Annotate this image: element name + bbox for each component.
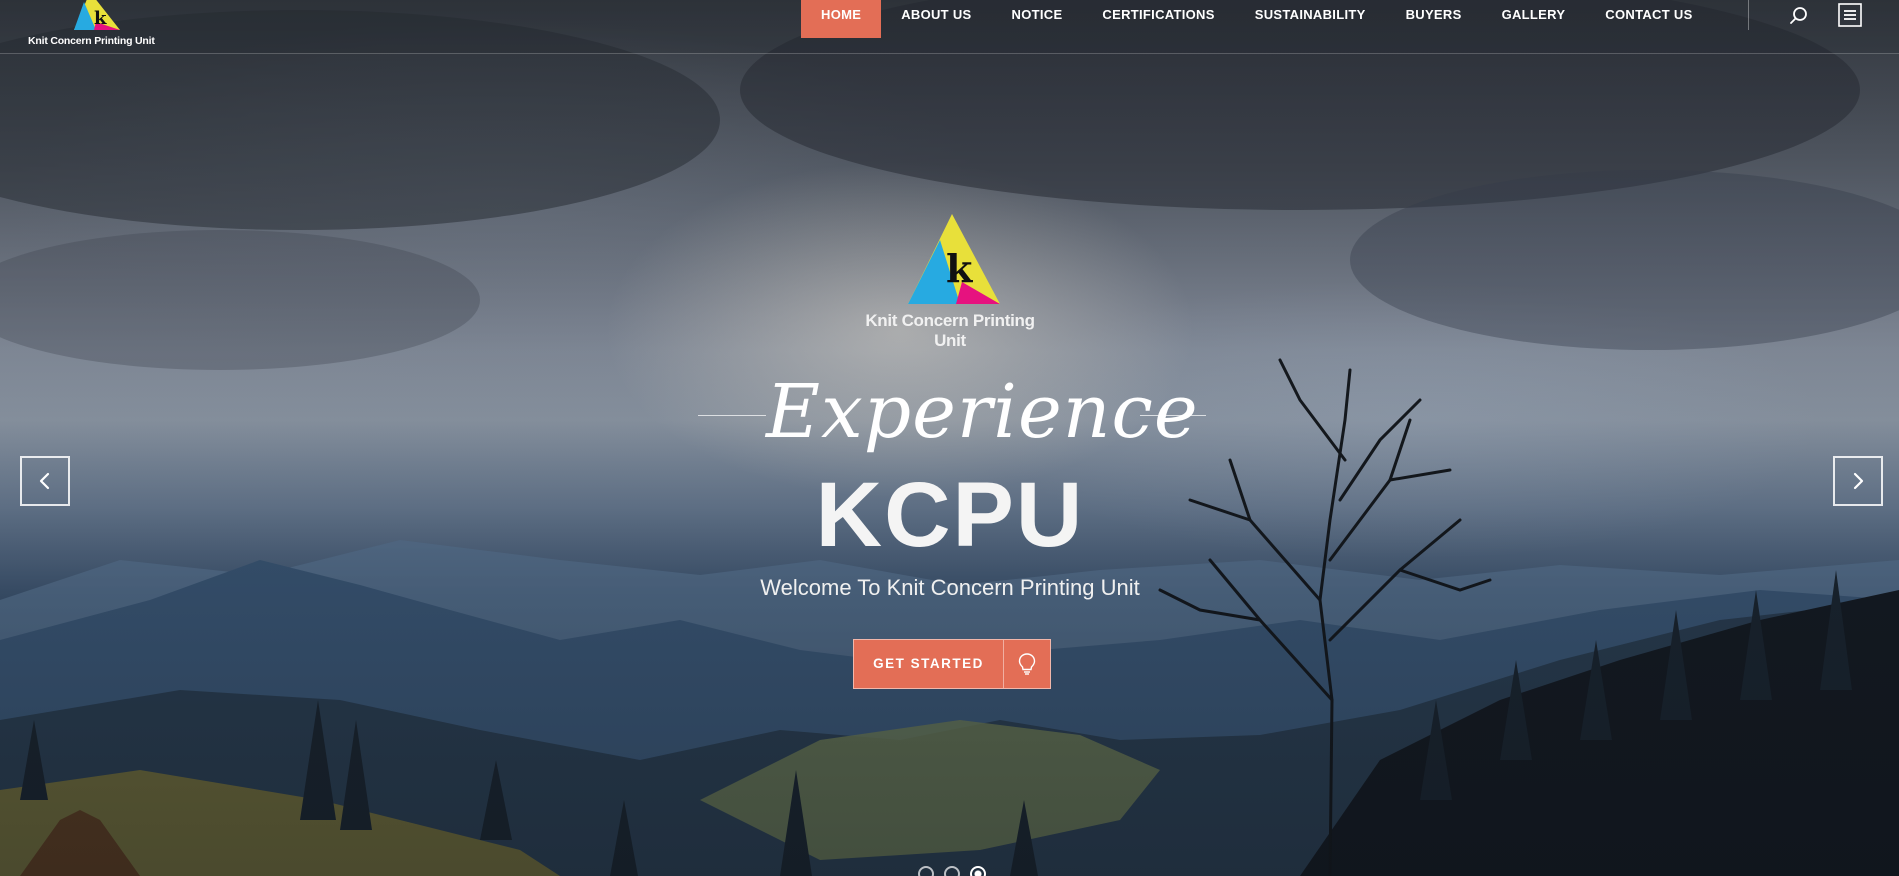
nav-about-us[interactable]: ABOUT US <box>881 0 991 38</box>
slider-dot-1[interactable] <box>918 866 934 876</box>
slider-prev-button[interactable] <box>20 456 70 506</box>
chevron-left-icon <box>39 472 50 490</box>
nav-buyers[interactable]: BUYERS <box>1386 0 1482 38</box>
nav-divider <box>1748 0 1749 30</box>
slider-dot-2[interactable] <box>944 866 960 876</box>
hero-headline: KCPU <box>815 464 1085 566</box>
logo-text: Knit Concern Printing Unit <box>28 35 155 47</box>
nav-sustainability[interactable]: SUSTAINABILITY <box>1235 0 1386 38</box>
nav-certifications[interactable]: CERTIFICATIONS <box>1082 0 1234 38</box>
svg-text:k: k <box>94 8 107 29</box>
svg-text:k: k <box>946 246 973 291</box>
title-rule-right <box>1140 415 1206 416</box>
nav-home[interactable]: HOME <box>801 0 882 38</box>
get-started-label: GET STARTED <box>854 640 1004 688</box>
get-started-button[interactable]: GET STARTED <box>853 639 1051 689</box>
chevron-right-icon <box>1853 472 1864 490</box>
slider-dot-3[interactable] <box>970 866 986 876</box>
site-header: k Knit Concern Printing Unit HOME ABOUT … <box>0 0 1899 54</box>
nav-contact-us[interactable]: CONTACT US <box>1585 0 1712 38</box>
brand-name: Knit Concern Printing Unit <box>865 311 1035 350</box>
hamburger-menu-icon[interactable] <box>1838 3 1862 27</box>
slider-next-button[interactable] <box>1833 456 1883 506</box>
nav-gallery[interactable]: GALLERY <box>1482 0 1586 38</box>
title-rule-left <box>698 415 766 416</box>
slider-pagination <box>918 866 986 876</box>
nav-notice[interactable]: NOTICE <box>992 0 1083 38</box>
search-icon[interactable] <box>1788 5 1810 27</box>
hero-subtitle: Welcome To Knit Concern Printing Unit <box>760 575 1140 600</box>
main-nav: HOME ABOUT US NOTICE CERTIFICATIONS SUST… <box>801 0 1713 38</box>
script-title: Experience <box>766 369 1199 455</box>
kcpu-brand-logo: k <box>908 214 1000 304</box>
lightbulb-icon <box>1004 640 1050 688</box>
